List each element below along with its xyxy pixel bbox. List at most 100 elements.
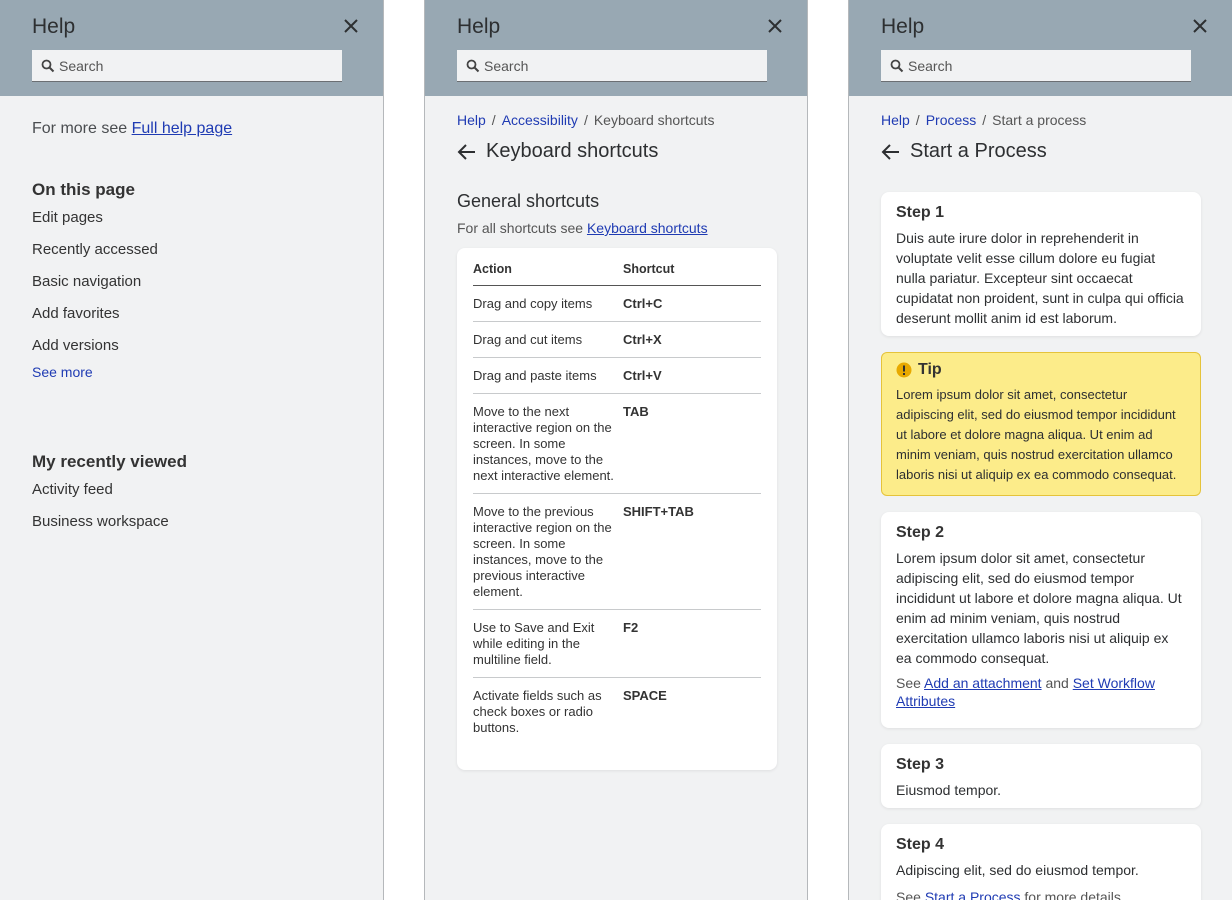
step-card-4: Step 4 Adipiscing elit, sed do eiusmod t… [881, 824, 1201, 900]
step-title: Step 4 [896, 836, 945, 853]
page-title: Keyboard shortcuts [486, 140, 659, 162]
shortcut-cell: F2 [623, 609, 761, 678]
step-title: Step 1 [896, 204, 945, 221]
recently-viewed-heading: My recently viewed [32, 452, 187, 471]
search-input[interactable] [59, 57, 329, 74]
step-text: Duis aute irure dolor in reprehenderit i… [896, 230, 1184, 326]
crumb-process[interactable]: Process [926, 112, 977, 128]
crumb-help[interactable]: Help [457, 112, 486, 128]
action-cell: Use to Save and Exit while editing in th… [473, 609, 623, 678]
see-more-link[interactable]: See more [32, 364, 93, 380]
action-cell: Move to the previous interactive region … [473, 493, 623, 610]
add-attachment-link[interactable]: Add an attachment [924, 675, 1042, 691]
shortcuts-card: Action Shortcut Drag and copy items Ctrl+… [457, 248, 777, 770]
nav-item-add-favorites[interactable]: Add favorites [32, 304, 158, 336]
step-card-1: Step 1 Duis aute irure dolor in reprehen… [881, 192, 1201, 336]
step-see-also: See Add an attachment and Set Workflow A… [896, 674, 1186, 710]
more-prefix: For more see [32, 120, 128, 137]
page-title: Start a Process [910, 140, 1047, 162]
column-header-action: Action [473, 260, 623, 286]
shortcuts-table: Action Shortcut Drag and copy items Ctrl+… [473, 260, 761, 745]
nav-item-basic-navigation[interactable]: Basic navigation [32, 272, 158, 304]
table-row: Use to Save and Exit while editing in th… [473, 609, 761, 678]
full-help-page-link[interactable]: Full help page [132, 120, 233, 137]
action-cell: Move to the next interactive region on t… [473, 393, 623, 494]
shortcut-cell: SPACE [623, 688, 667, 703]
on-this-page-list: Edit pages Recently accessed Basic navig… [32, 208, 158, 368]
see-prefix: See [896, 889, 921, 900]
shortcut-cell: SHIFT+TAB [623, 493, 761, 610]
action-cell: Activate fields such as check boxes or r… [473, 688, 602, 735]
page-title-row: Keyboard shortcuts [457, 140, 658, 163]
search-icon [890, 59, 904, 72]
on-this-page-heading: On this page [32, 180, 135, 199]
tip-text: Lorem ipsum dolor sit amet, consectetur … [896, 387, 1177, 482]
see-prefix: See [896, 675, 921, 691]
search-input[interactable] [908, 57, 1178, 74]
shortcut-cell: Ctrl+C [623, 285, 761, 322]
more-help-text: For more see Full help page [32, 120, 232, 138]
action-cell: Drag and cut items [473, 321, 623, 358]
table-row: Drag and paste items Ctrl+V [473, 357, 761, 394]
search-box[interactable] [32, 50, 342, 82]
recent-item-activity-feed[interactable]: Activity feed [32, 480, 169, 512]
step-title: Step 3 [896, 756, 945, 773]
recently-viewed-list: Activity feed Business workspace [32, 480, 169, 544]
step-card-2: Step 2 Lorem ipsum dolor sit amet, conse… [881, 512, 1201, 728]
start-process-link[interactable]: Start a Process [925, 889, 1021, 900]
crumb-help[interactable]: Help [881, 112, 910, 128]
page-title-row: Start a Process [881, 140, 1047, 163]
table-row: Drag and cut items Ctrl+X [473, 321, 761, 358]
help-panel-process: Help Help/Process/Start a process Start … [848, 0, 1232, 900]
shortcut-cell: Ctrl+X [623, 321, 761, 358]
help-title: Help [457, 15, 501, 38]
step-card-3: Step 3 Eiusmod tempor. [881, 744, 1201, 808]
tip-header: Tip [896, 361, 1186, 379]
help-header: Help [849, 0, 1232, 96]
recent-item-business-workspace[interactable]: Business workspace [32, 512, 169, 544]
section-subtitle: For all shortcuts see Keyboard shortcuts [457, 220, 708, 236]
close-icon[interactable] [763, 12, 787, 40]
help-panel-main: Help For more see Full help page On this… [0, 0, 384, 900]
back-arrow-icon[interactable] [457, 142, 477, 162]
warning-icon [896, 362, 912, 378]
nav-item-recently-accessed[interactable]: Recently accessed [32, 240, 158, 272]
step-text: Lorem ipsum dolor sit amet, consectetur … [896, 550, 1182, 666]
table-row: Activate fields such as check boxes or r… [473, 678, 761, 746]
table-header-row: Action Shortcut [473, 260, 761, 286]
search-icon [41, 59, 55, 72]
table-row: Drag and copy items Ctrl+C [473, 285, 761, 322]
help-panel-keyboard: Help Help/Accessibility/Keyboard shortcu… [424, 0, 808, 900]
tip-title: Tip [918, 361, 942, 378]
nav-item-edit-pages[interactable]: Edit pages [32, 208, 158, 240]
shortcut-cell: Ctrl+V [623, 357, 761, 394]
keyboard-shortcuts-link[interactable]: Keyboard shortcuts [587, 220, 708, 236]
help-header: Help [425, 0, 807, 96]
help-title: Help [881, 15, 925, 38]
help-header: Help [0, 0, 383, 96]
table-row: Move to the next interactive region on t… [473, 393, 761, 494]
crumb-accessibility[interactable]: Accessibility [502, 112, 578, 128]
close-icon[interactable] [339, 12, 363, 40]
back-arrow-icon[interactable] [881, 142, 901, 162]
shortcut-cell: TAB [623, 393, 761, 494]
search-input[interactable] [484, 57, 754, 74]
table-row: Move to the previous interactive region … [473, 493, 761, 610]
breadcrumb: Help / Process / Start a process [881, 112, 1087, 128]
see-suffix: for more details. [1024, 889, 1125, 900]
breadcrumb: Help / Accessibility / Keyboard shortcuts [457, 112, 715, 128]
subtitle-prefix: For all shortcuts see [457, 220, 584, 236]
crumb-current: Start a process [992, 112, 1087, 128]
step-text: Eiusmod tempor. [896, 782, 1002, 798]
tip-box: Tip Lorem ipsum dolor sit amet, consecte… [881, 352, 1201, 496]
search-box[interactable] [457, 50, 767, 82]
step-text: Adipiscing elit, sed do eiusmod tempor. [896, 862, 1139, 878]
action-cell: Drag and paste items [473, 357, 623, 394]
search-icon [466, 59, 480, 72]
search-box[interactable] [881, 50, 1191, 82]
step-title: Step 2 [896, 524, 945, 541]
see-and: and [1045, 675, 1069, 691]
action-cell: Drag and copy items [473, 285, 623, 322]
close-icon[interactable] [1188, 12, 1212, 40]
help-title: Help [32, 15, 76, 38]
